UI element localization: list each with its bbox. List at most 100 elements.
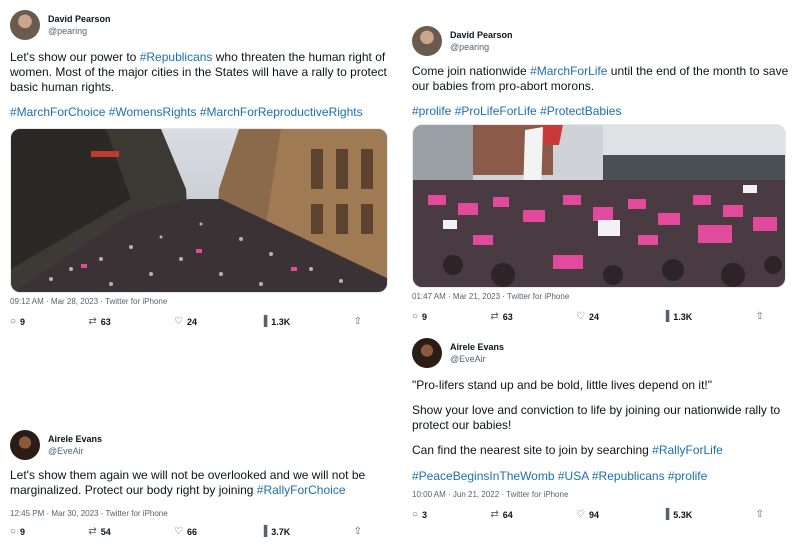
retweet-icon: ⇄ [490,311,499,322]
display-name[interactable]: Airele Evans [48,433,102,445]
avatar[interactable] [10,430,40,460]
tweet-header: David Pearson @pearing [412,24,792,58]
share-icon: ⇧ [353,316,362,327]
tweet-card[interactable]: David Pearson @pearing Let's show our po… [10,8,390,327]
views-button[interactable]: ▐ 3.7K [260,526,290,537]
reply-icon: ○ [412,311,419,322]
tweet-timestamp[interactable]: 09:12 AM · Mar 28, 2023 · Twitter for iP… [10,297,390,306]
reply-icon: ○ [10,526,17,537]
rally-crowd-photo [413,125,785,287]
tweet-text: Let's show them again we will not be ove… [10,468,390,498]
hashtag-line[interactable]: #MarchForChoice #WomensRights #MarchForR… [10,105,390,119]
retweet-button[interactable]: ⇄ 64 [490,509,512,520]
like-button[interactable]: ♡ 24 [576,311,599,322]
like-button[interactable]: ♡ 24 [174,316,197,327]
like-icon: ♡ [575,509,585,520]
like-icon: ♡ [575,311,585,322]
retweet-button[interactable]: ⇄ 54 [88,526,110,537]
retweet-button[interactable]: ⇄ 63 [490,311,512,322]
avatar[interactable] [412,26,442,56]
tweet-card[interactable]: David Pearson @pearing Come join nationw… [412,24,792,322]
protest-street-photo [11,129,387,292]
tweet-timestamp[interactable]: 01:47 AM · Mar 21, 2023 · Twitter for iP… [412,292,792,301]
retweet-icon: ⇄ [88,526,97,537]
share-icon: ⇧ [755,509,764,520]
views-button[interactable]: ▐ 1.3K [662,311,692,322]
display-name[interactable]: Airele Evans [450,341,504,353]
user-handle[interactable]: @EveAir [450,353,504,365]
reply-button[interactable]: ○ 9 [10,316,25,327]
user-handle[interactable]: @EveAir [48,445,102,457]
retweet-count: 64 [502,509,513,520]
tweet-header: Airele Evans @EveAir [10,428,390,462]
reply-button[interactable]: ○ 3 [412,509,427,520]
like-icon: ♡ [173,526,183,537]
tweet-quote: "Pro-lifers stand up and be bold, little… [412,378,713,392]
reply-icon: ○ [10,316,17,327]
tweet-photo-rally[interactable] [412,124,786,288]
retweet-button[interactable]: ⇄ 63 [88,316,110,327]
hashtag-link[interactable]: #RallyForChoice [257,483,346,497]
share-button[interactable]: ⇧ [354,316,362,327]
share-icon: ⇧ [353,526,362,537]
retweet-count: 63 [502,311,513,322]
views-icon: ▐ [662,509,670,520]
share-icon: ⇧ [755,311,764,322]
like-count: 24 [186,316,197,327]
reply-count: 9 [20,316,26,327]
tweet-actions: ○ 9 ⇄ 63 ♡ 24 ▐ 1.3K ⇧ [412,311,792,322]
reply-count: 3 [422,509,428,520]
hashtag-line[interactable]: #prolife #ProLifeForLife #ProtectBabies [412,104,792,118]
share-button[interactable]: ⇧ [756,311,764,322]
reply-count: 9 [422,311,428,322]
tweet-card[interactable]: Airele Evans @EveAir "Pro-lifers stand u… [412,336,792,520]
hashtag-link[interactable]: #Republicans [140,50,213,64]
like-count: 66 [186,526,197,537]
tweet-timestamp[interactable]: 12:45 PM · Mar 30, 2023 · Twitter for iP… [10,509,390,518]
reply-button[interactable]: ○ 9 [412,311,427,322]
tweet-photo-march[interactable] [10,128,388,293]
tweet-paragraph: Can find the nearest site to join by sea… [412,443,792,458]
display-name[interactable]: David Pearson [48,13,111,25]
views-count: 5.3K [673,509,693,520]
tweet-text-part: Come join nationwide [412,64,531,78]
retweet-icon: ⇄ [88,316,97,327]
like-count: 24 [588,311,599,322]
views-button[interactable]: ▐ 1.3K [260,316,290,327]
hashtag-link[interactable]: #MarchForLife [530,64,607,78]
like-icon: ♡ [173,316,183,327]
user-handle[interactable]: @pearing [48,25,111,37]
display-name[interactable]: David Pearson [450,29,513,41]
reply-button[interactable]: ○ 9 [10,526,25,537]
views-icon: ▐ [260,316,268,327]
retweet-count: 54 [100,526,111,537]
tweet-actions: ○ 3 ⇄ 64 ♡ 94 ▐ 5.3K ⇧ [412,509,792,520]
views-count: 1.3K [271,316,291,327]
avatar[interactable] [10,10,40,40]
user-handle[interactable]: @pearing [450,41,513,53]
tweet-actions: ○ 9 ⇄ 54 ♡ 66 ▐ 3.7K ⇧ [10,526,390,537]
views-icon: ▐ [260,526,268,537]
hashtag-link[interactable]: #RallyForLife [652,443,723,457]
tweet-text: Let's show our power to #Republicans who… [10,50,390,95]
avatar[interactable] [412,338,442,368]
tweet-timestamp[interactable]: 10:00 AM · Jun 21, 2022 · Twitter for iP… [412,490,792,499]
tweet-card[interactable]: Airele Evans @EveAir Let's show them aga… [10,428,390,537]
hashtag-line[interactable]: #PeaceBeginsInTheWomb #USA #Republicans … [412,469,792,483]
share-button[interactable]: ⇧ [354,526,362,537]
like-button[interactable]: ♡ 94 [576,509,599,520]
views-count: 1.3K [673,311,693,322]
like-count: 94 [588,509,599,520]
retweet-icon: ⇄ [490,509,499,520]
retweet-count: 63 [100,316,111,327]
views-icon: ▐ [662,311,670,322]
reply-count: 9 [20,526,26,537]
tweet-text-part: Can find the nearest site to join by sea… [412,443,653,457]
tweet-text: Come join nationwide #MarchForLife until… [412,64,792,94]
views-button[interactable]: ▐ 5.3K [662,509,692,520]
tweet-actions: ○ 9 ⇄ 63 ♡ 24 ▐ 1.3K ⇧ [10,316,390,327]
share-button[interactable]: ⇧ [756,509,764,520]
reply-icon: ○ [412,509,419,520]
tweet-text-part: Let's show our power to [10,50,140,64]
like-button[interactable]: ♡ 66 [174,526,197,537]
